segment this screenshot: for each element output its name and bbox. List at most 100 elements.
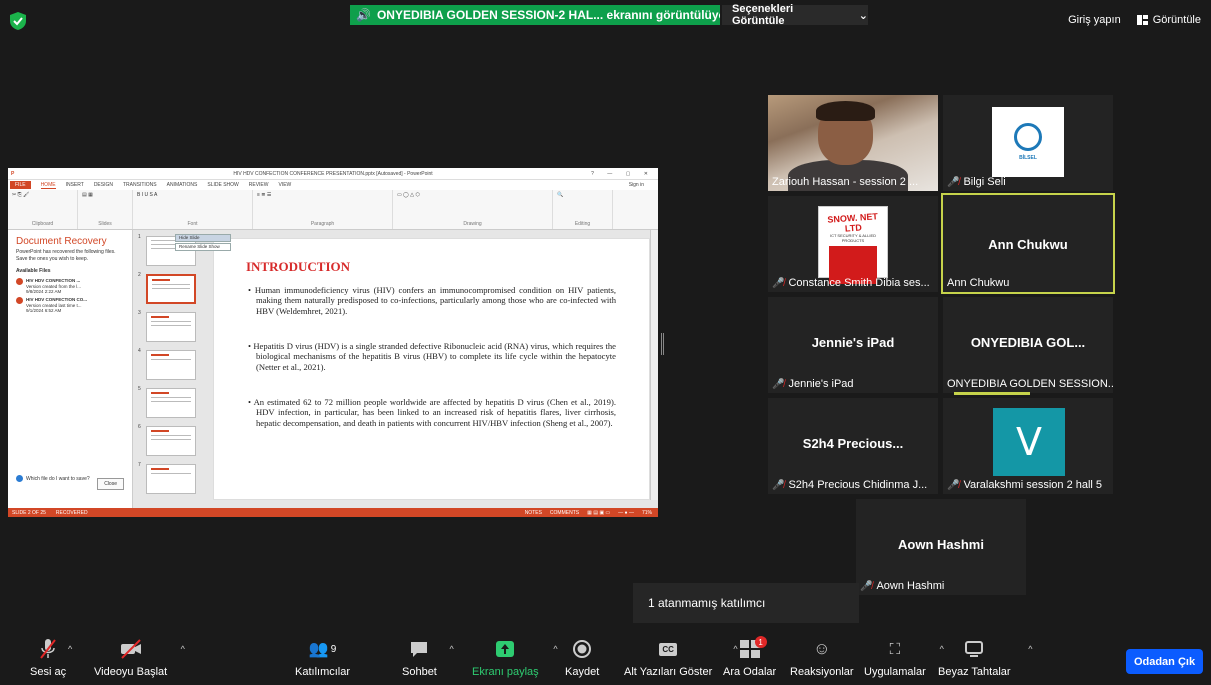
participant-avatar: V [993, 408, 1065, 476]
participant-display-name: Jennie's iPad [811, 335, 895, 350]
notes-button[interactable]: NOTES [525, 510, 542, 516]
context-tooltip: Hide Slide [175, 234, 231, 242]
powerpoint-body: Document Recovery PowerPoint has recover… [8, 230, 658, 508]
view-buttons[interactable]: ▦ ▤ ▣ ▭ [587, 510, 610, 516]
breakout-badge: 1 [754, 636, 767, 648]
recovered-file[interactable]: HIV HDV CONFECTION ... Version created f… [16, 278, 124, 295]
context-tooltip: Rename Slide Show [175, 243, 231, 251]
ribbon-group-clipboard[interactable]: ✂ ⎘ 🖌 Clipboard [8, 190, 78, 229]
screen-share-banner[interactable]: 🔊 ONYEDIBIA GOLDEN SESSION-2 HAL... ekra… [350, 5, 720, 25]
tab-file[interactable]: FILE [10, 181, 31, 189]
unmute-button[interactable]: ^ Sesi aç [30, 638, 72, 678]
show-captions-button[interactable]: CC ^ Alt Yazıları Göster [624, 638, 738, 678]
apps-icon: ⛶ [889, 640, 901, 658]
ribbon-tabs: FILE HOME INSERT DESIGN TRANSITIONS ANIM… [8, 180, 658, 190]
ppt-file-icon [16, 278, 23, 285]
sign-in-ppt[interactable]: Sign in [629, 182, 658, 188]
slide-thumbnail[interactable]: 7 [134, 462, 204, 496]
participants-button[interactable]: 👥 9 Katılımcılar [295, 638, 350, 678]
whiteboards-button[interactable]: ^ Beyaz Tahtalar [938, 638, 1033, 678]
slide-bullet: • Human immunodeficiency virus (HIV) con… [248, 285, 616, 316]
view-options-button[interactable]: Seçenekleri Görüntüle ⌄ [722, 3, 868, 27]
participant-tile[interactable]: BİLSEL 🎤̸ Bilgi Seli [943, 95, 1113, 191]
meeting-toolbar: ^ Sesi aç ^ Videoyu Başlat 👥 9 Katılımcıl… [0, 630, 1211, 685]
slide-scrollbar[interactable] [650, 230, 658, 500]
participant-name: 🎤̸ Bilgi Seli [947, 176, 1006, 188]
slide-thumbnail[interactable]: 3 [134, 310, 204, 344]
security-shield-icon[interactable] [10, 12, 26, 30]
mic-muted-icon: 🎤̸ [860, 580, 873, 592]
slide-canvas[interactable]: INTRODUCTION • Human immunodeficiency vi… [213, 238, 650, 500]
tab-view[interactable]: VIEW [279, 182, 292, 188]
ribbon-group-paragraph[interactable]: ≡ ≣ ☰ Paragraph [253, 190, 393, 229]
participant-tile[interactable]: Aown Hashmi 🎤̸ Aown Hashmi [856, 499, 1026, 595]
window-title: HIV HDV CONFECTION CONFERENCE PRESENTATI… [233, 170, 433, 177]
slide-bullet: • Hepatitis D virus (HDV) is a single st… [248, 341, 616, 372]
chat-button[interactable]: ^ Sohbet [402, 638, 454, 678]
ribbon-group-font[interactable]: B I U S A Font [133, 190, 253, 229]
slide-thumbnail[interactable]: 4 [134, 348, 204, 382]
powerpoint-title-bar: P HIV HDV CONFECTION CONFERENCE PRESENTA… [8, 168, 658, 180]
share-banner-text: ONYEDIBIA GOLDEN SESSION-2 HAL... ekranı… [376, 8, 720, 22]
participant-tile[interactable]: S2h4 Precious... 🎤̸ S2h4 Precious Chidinm… [768, 398, 938, 494]
mic-muted-icon: 🎤̸ [947, 176, 960, 188]
slide-thumbnail-selected[interactable]: 2 [134, 272, 204, 306]
window-controls[interactable]: ? — ▢ ✕ [591, 171, 654, 177]
participant-name: 🎤̸ Varalakshmi session 2 hall 5 [947, 479, 1103, 491]
participant-tile-active-speaker[interactable]: Ann Chukwu Ann Chukwu [941, 193, 1115, 294]
ribbon-group-slides[interactable]: ▤ ▦ Slides [78, 190, 133, 229]
powerpoint-status-bar: SLIDE 2 OF 25 RECOVERED NOTES COMMENTS ▦… [8, 508, 658, 517]
reactions-button[interactable]: ☺ Reaksiyonlar [790, 638, 854, 678]
zoom-level[interactable]: 71% [642, 510, 652, 516]
sign-in-link[interactable]: Giriş yapın [1068, 14, 1121, 26]
slide-counter: SLIDE 2 OF 25 [12, 509, 46, 516]
share-screen-button[interactable]: ^ Ekranı paylaş [472, 638, 558, 678]
participant-name: Zariouh Hassan - session 2 ... [772, 176, 919, 188]
ribbon-group-drawing[interactable]: ▭ ◯ △ ⬡ Drawing [393, 190, 553, 229]
ribbon-group-editing[interactable]: 🔍 Editing [553, 190, 613, 229]
recovered-file[interactable]: HIV HDV CONFECTION CO... Version created… [16, 296, 124, 314]
participant-name: 🎤̸ Aown Hashmi [860, 580, 945, 592]
tab-transitions[interactable]: TRANSITIONS [123, 182, 157, 188]
participant-tile[interactable]: Jennie's iPad 🎤̸ Jennie's iPad [768, 297, 938, 393]
tab-review[interactable]: REVIEW [249, 182, 269, 188]
slide-thumbnails: 1 2 3 4 5 6 7 [134, 230, 204, 508]
splitter-handle[interactable] [661, 333, 664, 355]
tab-animations[interactable]: ANIMATIONS [167, 182, 198, 188]
record-button[interactable]: Kaydet [565, 638, 599, 678]
view-button[interactable]: Görüntüle [1136, 14, 1201, 26]
document-recovery-pane: Document Recovery PowerPoint has recover… [8, 230, 133, 508]
view-options-label: Seçenekleri Görüntüle [732, 3, 794, 27]
apps-button[interactable]: ⛶ ^ Uygulamalar [864, 638, 944, 679]
participant-tile[interactable]: Zariouh Hassan - session 2 ... [768, 95, 938, 191]
ppt-file-icon [16, 296, 23, 304]
participant-tile[interactable]: ONYEDIBIA GOL... ONYEDIBIA GOLDEN SESSIO… [943, 297, 1113, 393]
record-icon [573, 640, 592, 658]
slide-thumbnail[interactable]: 6 [134, 424, 204, 458]
tab-design[interactable]: DESIGN [94, 182, 113, 188]
leave-meeting-button[interactable]: Odadan Çık [1126, 649, 1203, 674]
participant-tile[interactable]: SNOW. NET LTD ICT SECURITY & ALLIED PROD… [768, 196, 938, 292]
tab-insert[interactable]: INSERT [66, 182, 84, 188]
tab-home[interactable]: HOME [40, 182, 56, 189]
comments-button[interactable]: COMMENTS [550, 510, 579, 516]
view-layout-icon [1136, 15, 1148, 25]
mic-muted-icon: 🎤̸ [772, 479, 785, 491]
participant-name: 🎤̸ S2h4 Precious Chidinma J... [772, 479, 928, 491]
recovery-title: Document Recovery [16, 236, 107, 247]
recovery-help-link[interactable]: Which file do I want to save? [16, 475, 90, 482]
zoom-slider[interactable]: — ● — [618, 510, 634, 516]
mic-muted-icon [40, 639, 56, 659]
powerpoint-icon: P [11, 170, 15, 177]
closed-captions-icon: CC [659, 642, 677, 656]
participant-tile[interactable]: V 🎤̸ Varalakshmi session 2 hall 5 [943, 398, 1113, 494]
tab-slide-show[interactable]: SLIDE SHOW [207, 182, 238, 188]
shared-screen[interactable]: P HIV HDV CONFECTION CONFERENCE PRESENTA… [8, 168, 658, 517]
participant-name: 🎤̸ Jennie's iPad [772, 378, 854, 390]
speaking-indicator [954, 392, 1030, 395]
recovery-close-button[interactable]: Close [97, 478, 124, 490]
share-screen-icon [496, 641, 515, 657]
breakout-rooms-button[interactable]: 1 Ara Odalar [723, 636, 776, 678]
slide-thumbnail[interactable]: 5 [134, 386, 204, 420]
start-video-button[interactable]: ^ Videoyu Başlat [94, 638, 185, 678]
